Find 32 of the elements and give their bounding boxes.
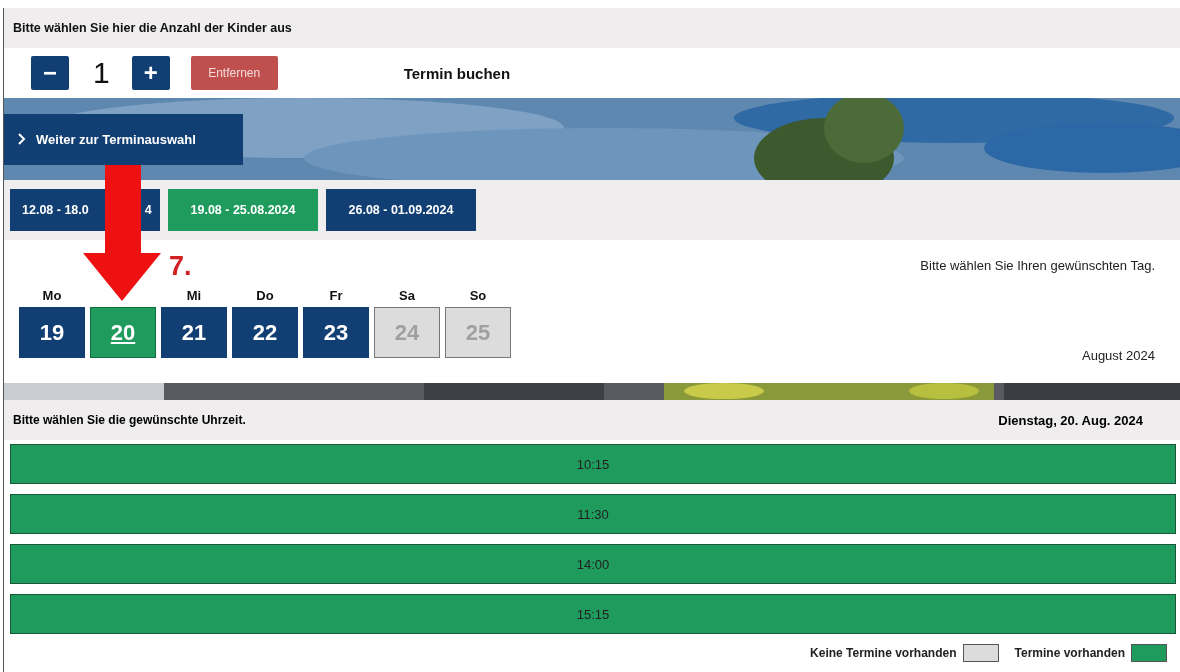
increment-button[interactable]: + bbox=[131, 56, 170, 90]
time-slot-button[interactable]: 15:15 bbox=[10, 594, 1176, 634]
weekday-label: Mo bbox=[42, 288, 62, 304]
month-label: August 2024 bbox=[1082, 348, 1155, 363]
weekday-label: Sa bbox=[399, 288, 415, 304]
selected-date: Dienstag, 20. Aug. 2024 bbox=[998, 412, 1143, 428]
legend-label: Keine Termine vorhanden bbox=[810, 646, 957, 660]
continue-button[interactable]: Weiter zur Terminauswahl bbox=[4, 113, 243, 165]
weekday-label: So bbox=[469, 288, 487, 304]
time-slot-button[interactable]: 11:30 bbox=[10, 494, 1176, 534]
legend-label: Termine vorhanden bbox=[1014, 646, 1125, 660]
weekday-label: Mi bbox=[186, 288, 202, 304]
day-hint: Bitte wählen Sie Ihren gewünschten Tag. bbox=[920, 258, 1155, 273]
page-title: Termin buchen bbox=[403, 64, 511, 82]
chevron-icon bbox=[18, 133, 26, 145]
time-slot-button[interactable]: 14:00 bbox=[10, 544, 1176, 584]
decrement-button[interactable]: − bbox=[31, 56, 69, 90]
day-button[interactable]: 22 bbox=[232, 307, 298, 358]
section-title: Bitte wählen Sie hier die Anzahl der Kinder aus bbox=[13, 21, 292, 35]
time-slot-button[interactable]: 10:15 bbox=[10, 444, 1176, 484]
child-count: 1 bbox=[93, 56, 110, 90]
weekday-label: Fr bbox=[329, 288, 343, 304]
day-button[interactable]: 19 bbox=[19, 307, 85, 358]
section-title: Bitte wählen Sie die gewünschte Uhrzeit. bbox=[13, 413, 246, 427]
day-button[interactable]: 21 bbox=[161, 307, 227, 358]
remove-button[interactable]: Entfernen bbox=[190, 56, 278, 90]
step-number: 7. bbox=[169, 251, 192, 282]
week-button[interactable]: 26.08 - 01.09.2024 bbox=[326, 189, 476, 231]
weekday-label: Do bbox=[256, 288, 274, 304]
week-button[interactable]: 19.08 - 25.08.2024 bbox=[168, 189, 318, 231]
day-button[interactable]: 20 bbox=[90, 307, 156, 358]
day-button[interactable]: 23 bbox=[303, 307, 369, 358]
